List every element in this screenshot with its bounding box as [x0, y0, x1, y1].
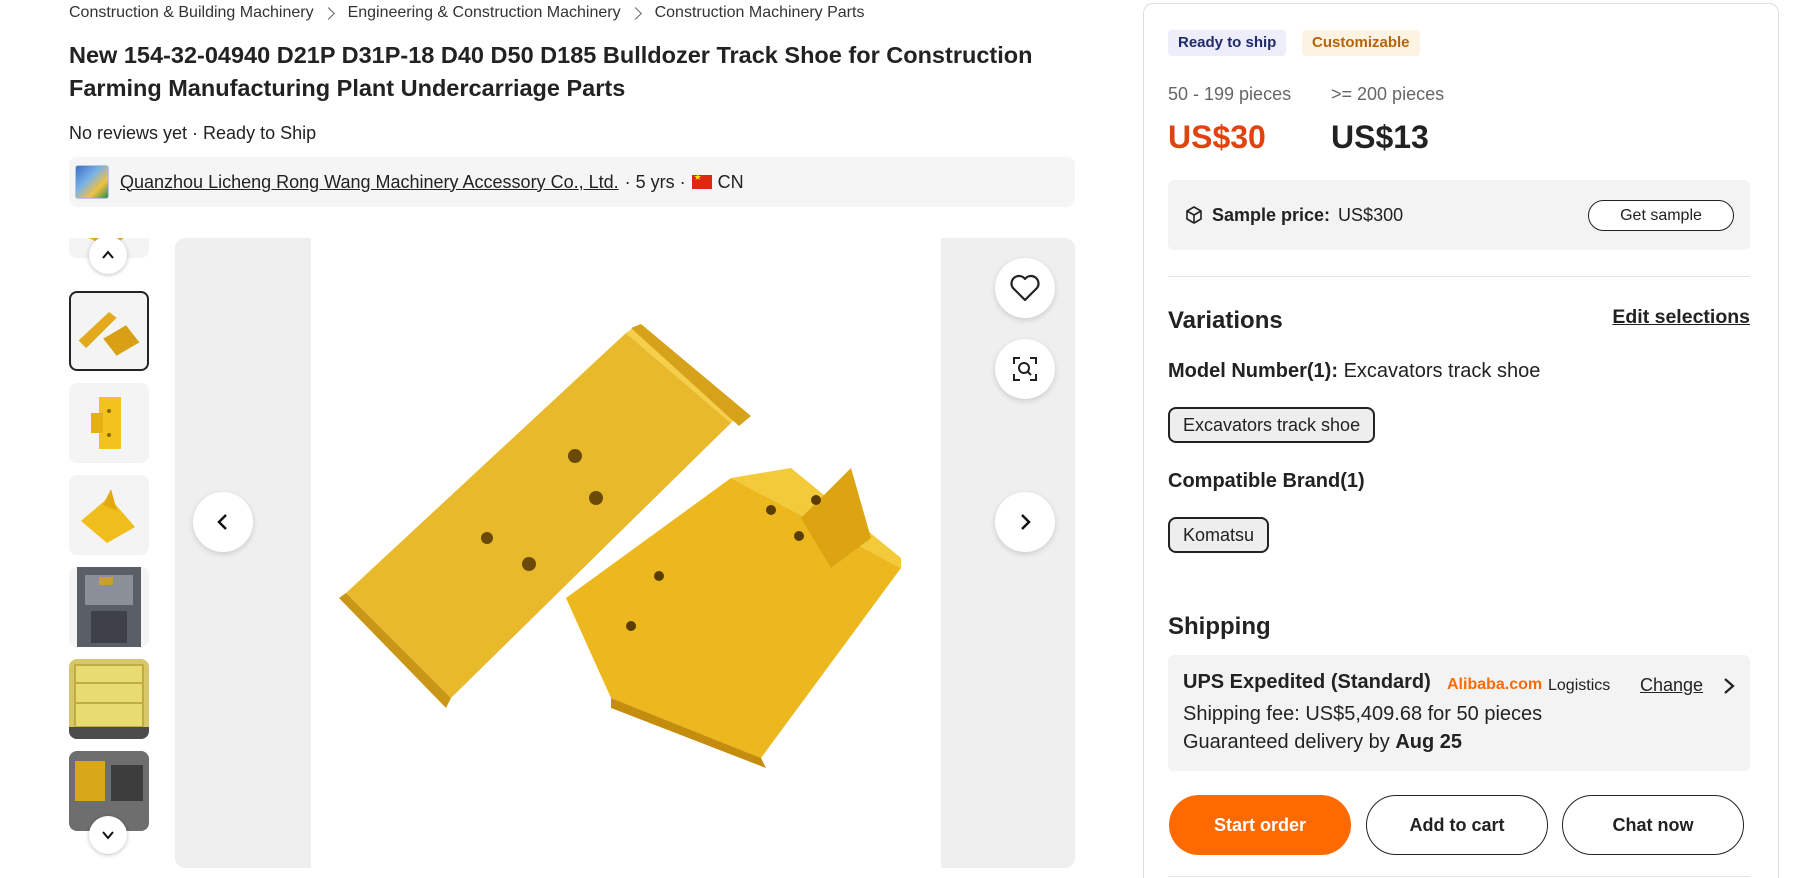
price-tier-1-value: US$30: [1168, 119, 1266, 155]
logistics-label: Logistics: [1548, 677, 1611, 694]
sample-price-box: Sample price: US$300 Get sample: [1168, 180, 1750, 250]
heart-icon: [1010, 274, 1040, 302]
chevron-right-icon[interactable]: [1722, 677, 1736, 695]
shipping-fee: Shipping fee: US$5,409.68 for 50 pieces: [1183, 703, 1543, 725]
get-sample-button[interactable]: Get sample: [1588, 200, 1734, 231]
shipping-box: UPS Expedited (Standard) Alibaba.com Log…: [1168, 655, 1750, 771]
review-status: No reviews yet · Ready to Ship: [69, 123, 317, 143]
model-number-row: Model Number(1): Excavators track shoe: [1168, 360, 1540, 383]
purchase-panel: Ready to ship Customizable 50 - 199 piec…: [1143, 3, 1779, 878]
guarantee-label: Guaranteed delivery by: [1183, 731, 1390, 753]
guaranteed-delivery: Guaranteed delivery by Aug 25: [1183, 731, 1462, 754]
image-search-icon: [1013, 357, 1037, 381]
next-image-button[interactable]: [995, 492, 1055, 552]
china-flag-icon: [691, 172, 712, 189]
breadcrumb-link-category[interactable]: Construction & Building Machinery: [69, 4, 314, 22]
chevron-left-icon: [217, 514, 227, 530]
supplier-name-link[interactable]: Quanzhou Licheng Rong Wang Machinery Acc…: [120, 172, 619, 193]
thumbnail-item[interactable]: [69, 383, 149, 463]
product-title: New 154-32-04940 D21P D31P-18 D40 D50 D1…: [69, 42, 1033, 101]
thumbnail-item[interactable]: [69, 659, 149, 739]
add-to-cart-button[interactable]: Add to cart: [1366, 795, 1548, 855]
breadcrumb-link-subcategory[interactable]: Engineering & Construction Machinery: [348, 4, 621, 22]
supplier-country: CN: [717, 171, 744, 192]
thumbnail-item-selected[interactable]: [69, 291, 149, 371]
price-tier-2-value: US$13: [1331, 119, 1429, 155]
breadcrumb: Construction & Building Machinery Engine…: [69, 4, 864, 22]
shipping-method: UPS Expedited (Standard): [1183, 671, 1431, 693]
price-tier-2-range: >= 200 pieces: [1331, 84, 1445, 104]
supplier-years: · 5 yrs ·: [624, 171, 686, 192]
brand-option-chip[interactable]: Komatsu: [1168, 517, 1270, 553]
thumbnail-item[interactable]: [69, 567, 149, 647]
divider: [1168, 876, 1750, 877]
shipping-heading: Shipping: [1168, 613, 1271, 640]
compatible-brand-label: Compatible Brand(1): [1168, 470, 1365, 492]
price-tier-1-range: 50 - 199 pieces: [1168, 84, 1292, 104]
model-number-value: Excavators track shoe: [1343, 360, 1541, 382]
chevron-right-icon: [321, 6, 335, 20]
chat-now-button[interactable]: Chat now: [1562, 795, 1744, 855]
variations-heading: Variations: [1168, 307, 1283, 334]
favorite-button[interactable]: [995, 258, 1055, 318]
chevron-up-icon: [102, 250, 114, 259]
edit-selections-link[interactable]: Edit selections: [1612, 306, 1750, 329]
model-number-label: Model Number(1):: [1168, 360, 1338, 382]
product-photo: [311, 238, 941, 868]
thumbnail-scroll-down-button[interactable]: [89, 816, 127, 854]
main-product-image[interactable]: [175, 238, 1075, 868]
package-icon: [1186, 206, 1202, 224]
guarantee-date: Aug 25: [1395, 731, 1463, 753]
sample-price-label: Sample price:: [1212, 204, 1331, 225]
chevron-right-icon: [1021, 514, 1031, 530]
sample-price-value: US$300: [1338, 204, 1404, 225]
thumbnail-scroll-up-button[interactable]: [89, 238, 127, 274]
image-search-button[interactable]: [995, 339, 1055, 399]
supplier-bar: Quanzhou Licheng Rong Wang Machinery Acc…: [69, 157, 1075, 207]
chevron-down-icon: [102, 831, 114, 840]
thumbnail-item[interactable]: [69, 475, 149, 555]
previous-image-button[interactable]: [193, 492, 253, 552]
thumbnail-strip: [69, 238, 151, 868]
supplier-logo: [75, 165, 109, 199]
chevron-right-icon: [628, 6, 642, 20]
change-shipping-link[interactable]: Change: [1640, 675, 1703, 696]
breadcrumb-link-current[interactable]: Construction Machinery Parts: [655, 4, 865, 22]
model-option-chip[interactable]: Excavators track shoe: [1168, 407, 1376, 443]
start-order-button[interactable]: Start order: [1169, 795, 1351, 855]
divider: [1168, 276, 1750, 277]
alibaba-logistics-logo: Alibaba.com: [1447, 676, 1543, 693]
ready-to-ship-badge: Ready to ship: [1168, 30, 1287, 56]
customizable-badge: Customizable: [1302, 30, 1420, 56]
